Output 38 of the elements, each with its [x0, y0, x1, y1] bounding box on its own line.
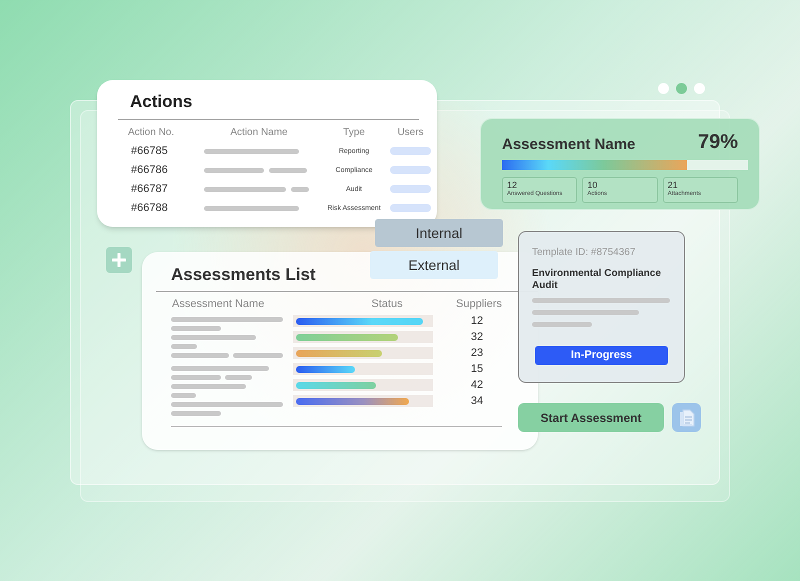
users-placeholder	[390, 204, 431, 212]
supplier-count: 32	[470, 330, 484, 345]
column-header: Action Name	[230, 128, 288, 138]
stat-value: 10	[587, 181, 598, 190]
document-icon	[678, 408, 694, 426]
action-number: #66786	[130, 164, 169, 176]
column-header: Status	[371, 296, 403, 312]
template-title: Environmental Compliance Audit	[532, 268, 662, 292]
card-title: Assessments List	[171, 264, 316, 286]
supplier-count: 12	[470, 314, 484, 329]
column-header: Assessment Name	[172, 296, 266, 312]
action-number: #66785	[130, 146, 169, 156]
column-header: Type	[343, 128, 365, 138]
tab[interactable]: Internal	[375, 219, 503, 247]
supplier-count: 34	[470, 394, 484, 409]
action-number: #66787	[130, 184, 169, 194]
assessment-title: Assessment Name	[502, 134, 636, 154]
action-number: #66788	[130, 202, 169, 214]
plus-button[interactable]	[106, 247, 132, 273]
stat-value: 12	[507, 181, 518, 190]
document-button[interactable]	[672, 403, 701, 432]
card-title: Actions	[129, 91, 194, 113]
supplier-count: 23	[470, 346, 484, 361]
column-header: Users	[397, 128, 424, 138]
users-placeholder	[390, 147, 431, 155]
column-header: Action No.	[128, 128, 174, 138]
users-placeholder	[390, 185, 431, 193]
column-header: Suppliers	[456, 296, 503, 312]
supplier-count: 42	[470, 378, 484, 393]
users-placeholder	[390, 166, 431, 174]
template-id: Template ID: #8754367	[532, 246, 636, 260]
tab[interactable]: External	[370, 251, 498, 279]
progress-percent: 79%	[698, 130, 738, 155]
plus-icon	[112, 253, 126, 267]
stat-value: 21	[668, 181, 679, 190]
start-assessment-button[interactable]: Start Assessment	[518, 403, 664, 432]
status-badge: In-Progress	[535, 346, 668, 365]
supplier-count: 15	[470, 362, 484, 377]
